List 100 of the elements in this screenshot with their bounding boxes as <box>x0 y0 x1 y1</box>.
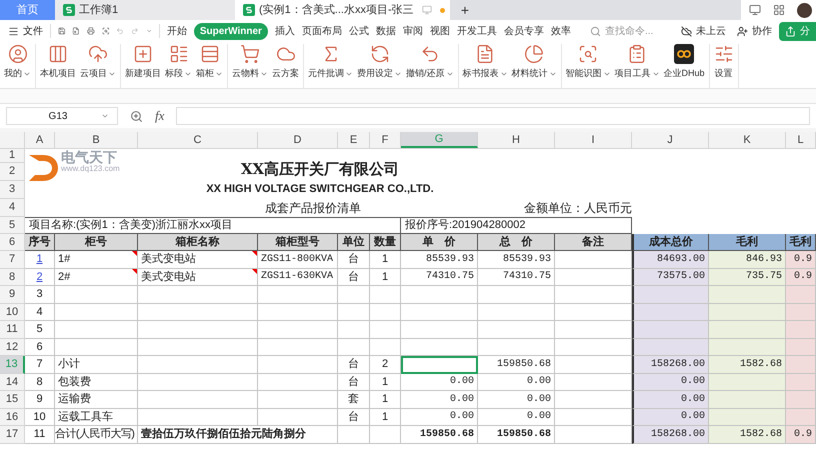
currency-note: 金额单位：人民币元 <box>524 200 632 217</box>
row-header[interactable]: 11 <box>0 321 25 338</box>
ribbon-button[interactable]: 标书报表 <box>460 44 510 88</box>
row-header[interactable]: 5 <box>0 217 25 234</box>
ribbon-button[interactable]: 本机项目 <box>38 44 78 88</box>
ribbon-button[interactable]: 智能识图 <box>564 44 613 88</box>
table-cell: 美式变电站 <box>138 268 258 286</box>
new-tab-button[interactable]: + <box>450 0 480 20</box>
ribbon-button[interactable]: 元件批调 <box>306 44 355 88</box>
menu-tab[interactable]: 审阅 <box>402 24 423 38</box>
table-cell: 11 <box>25 426 55 444</box>
cloud-status-button[interactable]: 未上云 <box>680 24 726 38</box>
ribbon-button[interactable]: 我的 <box>2 44 33 88</box>
table-cell: 0.00 <box>478 391 555 408</box>
row-header[interactable]: 1 <box>0 149 25 163</box>
table-cell: 台 <box>338 268 370 286</box>
table-cell: 0.00 <box>478 408 555 426</box>
menu-tab[interactable]: 开发工具 <box>456 24 497 38</box>
ribbon-button[interactable]: 费用设定 <box>355 44 404 88</box>
row-header[interactable]: 2 <box>0 163 25 181</box>
ribbon-button[interactable]: 项目工具 <box>612 44 662 88</box>
command-search[interactable]: 查找命令... <box>590 24 667 38</box>
row-header[interactable]: 7 <box>0 251 25 268</box>
table-cell: 7 <box>25 356 55 374</box>
menu-tab[interactable]: 效率 <box>550 24 571 38</box>
row-header[interactable]: 3 <box>0 181 25 199</box>
row-header[interactable]: 14 <box>0 374 25 391</box>
ribbon-button[interactable]: 云方案 <box>270 44 301 88</box>
menu-tab[interactable]: 开始 <box>166 24 187 38</box>
collaborate-button[interactable]: 协作 <box>736 24 772 38</box>
table-cell: 74310.75 <box>401 268 478 286</box>
table-cell: 9 <box>25 391 55 408</box>
document-tab[interactable]: (实例1：含美式...水xx项目-张三 <box>235 0 450 20</box>
table-header: 成本总价 <box>632 234 709 251</box>
row-header[interactable]: 15 <box>0 391 25 408</box>
table-header: 单 价 <box>401 234 478 251</box>
function-label[interactable]: fx <box>155 106 164 126</box>
ribbon-button[interactable]: 云物料 <box>230 44 270 88</box>
row-header[interactable]: 9 <box>0 286 25 304</box>
name-box[interactable]: G13 <box>6 107 118 125</box>
table-cell: 2# <box>55 268 138 286</box>
ribbon-button[interactable]: 标段 <box>163 44 194 88</box>
row-link[interactable]: 1 <box>36 251 43 268</box>
table-header: 毛利 <box>709 234 786 251</box>
table-cell: 项目名称:(实例1：含美变)浙江丽水xx项目 <box>25 217 401 234</box>
table-cell: 0.00 <box>632 374 709 391</box>
tab-label: 首页 <box>16 2 38 18</box>
column-header[interactable]: B <box>55 132 138 148</box>
table-cell: 159850.68 <box>401 426 478 444</box>
table-header: 箱柜名称 <box>138 234 258 251</box>
column-header[interactable]: E <box>338 132 370 148</box>
column-header[interactable]: H <box>478 132 555 148</box>
file-menu[interactable]: 文件 <box>8 24 43 38</box>
column-header[interactable]: L <box>786 132 816 148</box>
company-subtitle: XX HIGH VOLTAGE SWITCHGEAR CO.,LTD. <box>206 182 434 196</box>
ribbon-button[interactable]: 材料统计 <box>510 44 559 88</box>
row-header[interactable]: 8 <box>0 268 25 286</box>
table-cell: 运载工具车 <box>55 408 138 426</box>
table-cell: 735.75 <box>709 268 786 286</box>
column-header[interactable]: D <box>258 132 338 148</box>
table-cell: 159850.68 <box>478 426 555 444</box>
table-cell: 合计(人民币大写) <box>55 426 138 444</box>
column-header[interactable]: C <box>138 132 258 148</box>
ribbon-button[interactable]: 企业DHub <box>662 44 707 88</box>
company-title: XX高压开关厂有限公司 <box>240 159 400 180</box>
row-header[interactable]: 16 <box>0 408 25 426</box>
table-cell: 85539.93 <box>478 251 555 268</box>
table-cell: ZGS11-800KVA <box>258 251 338 268</box>
table-cell: 1582.68 <box>709 356 786 374</box>
ribbon-button[interactable]: 新建项目 <box>123 44 163 88</box>
table-cell: 10 <box>25 408 55 426</box>
table-cell: 1# <box>55 251 138 268</box>
table-cell: 4 <box>25 304 55 321</box>
table-cell: 73575.00 <box>632 268 709 286</box>
row-header[interactable]: 10 <box>0 304 25 321</box>
row-link[interactable]: 2 <box>36 268 43 285</box>
ribbon-button[interactable]: 撤销/还原 <box>404 44 456 88</box>
row-header[interactable]: 12 <box>0 338 25 356</box>
menu-tab[interactable]: 数据 <box>376 24 396 38</box>
menu-tab[interactable]: 页面布局 <box>302 24 342 38</box>
column-header[interactable]: I <box>555 132 632 148</box>
column-header[interactable]: A <box>25 132 55 148</box>
table-cell: 1 <box>370 408 401 426</box>
column-header[interactable]: J <box>632 132 709 148</box>
row-header[interactable]: 17 <box>0 426 25 444</box>
row-header[interactable]: 4 <box>0 199 25 217</box>
menu-tab[interactable]: 视图 <box>430 24 450 38</box>
menu-tab[interactable]: 会员专享 <box>504 24 544 38</box>
row-header[interactable]: 6 <box>0 234 25 251</box>
ribbon-button[interactable]: 箱柜 <box>194 44 225 88</box>
menu-tab[interactable]: 插入 <box>274 24 295 38</box>
table-header: 箱柜型号 <box>258 234 338 251</box>
column-header[interactable]: K <box>709 132 786 148</box>
tab-label: (实例1：含美式...水xx项目-张三 <box>259 2 414 18</box>
document-tab[interactable]: 工作簿1 <box>55 0 235 20</box>
menu-tab[interactable]: 公式 <box>348 24 369 38</box>
table-cell: 8 <box>25 374 55 391</box>
ribbon-button[interactable]: 云项目 <box>78 44 118 88</box>
ribbon-button[interactable]: 设置 <box>712 44 736 88</box>
table-cell: 74310.75 <box>478 268 555 286</box>
